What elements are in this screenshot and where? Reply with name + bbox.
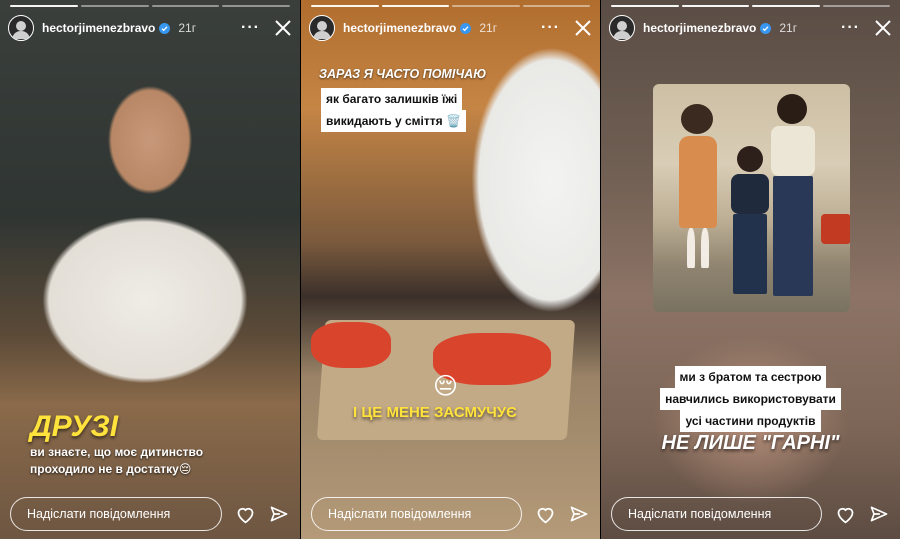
story-header: hectorjimenezbravo 21г ··· — [309, 12, 592, 44]
close-icon[interactable] — [274, 19, 292, 37]
message-input[interactable]: Надіслати повідомлення — [311, 497, 522, 531]
story-boxed-text: як багато залишків їжі викидають у смітт… — [321, 88, 466, 132]
heart-icon[interactable] — [234, 503, 256, 525]
message-input[interactable]: Надіслати повідомлення — [10, 497, 222, 531]
username[interactable]: hectorjimenezbravo — [42, 21, 155, 35]
send-icon[interactable] — [568, 503, 590, 525]
tomato-topping — [311, 322, 391, 368]
avatar[interactable] — [309, 15, 335, 41]
story-2[interactable]: hectorjimenezbravo 21г ··· ЗАРАЗ Я ЧАСТО… — [300, 0, 600, 539]
boxed-line: як багато залишків їжі — [321, 88, 463, 110]
avatar[interactable] — [609, 15, 635, 41]
story-title: ДРУЗІ — [30, 410, 119, 443]
verified-badge-icon — [159, 22, 171, 34]
heart-icon[interactable] — [534, 503, 556, 525]
more-icon[interactable]: ··· — [841, 19, 860, 37]
boxed-line: навчились використовувати — [660, 388, 841, 410]
story-bottom-text: НЕ ЛИШЕ "ГАРНІ" — [661, 432, 840, 454]
post-time: 21г — [178, 21, 197, 35]
story-bottom-text: І ЦЕ МЕНЕ ЗАСМУЧУЄ — [353, 404, 517, 421]
sad-emoji: 😔 — [433, 373, 459, 400]
more-icon[interactable]: ··· — [241, 19, 260, 37]
message-input[interactable]: Надіслати повідомлення — [611, 497, 822, 531]
story-progress — [311, 5, 590, 7]
story-footer: Надіслати повідомлення — [611, 497, 890, 531]
story-boxed-text: ми з братом та сестрою навчились викорис… — [601, 366, 900, 432]
story-text-line: проходило не в достатку😔 — [30, 462, 192, 476]
story-header: hectorjimenezbravo 21г ··· — [609, 12, 892, 44]
post-time: 21г — [779, 21, 798, 35]
boxed-line: ми з братом та сестрою — [674, 366, 827, 388]
story-3[interactable]: hectorjimenezbravo 21г ··· ми з братом т… — [600, 0, 900, 539]
story-progress — [10, 5, 290, 7]
story-heading: ЗАРАЗ Я ЧАСТО ПОМІЧАЮ — [319, 67, 487, 81]
story-text-line: ви знаєте, що моє дитинство — [30, 445, 204, 459]
send-icon[interactable] — [268, 503, 290, 525]
story-text: ви знаєте, що моє дитинство проходило не… — [30, 444, 240, 478]
stories-strip: hectorjimenezbravo 21г ··· ДРУЗІ ви знає… — [0, 0, 900, 539]
post-time: 21г — [479, 21, 498, 35]
childhood-photo — [653, 84, 850, 312]
story-header: hectorjimenezbravo 21г ··· — [8, 12, 292, 44]
username[interactable]: hectorjimenezbravo — [643, 21, 756, 35]
avatar[interactable] — [8, 15, 34, 41]
story-footer: Надіслати повідомлення — [10, 497, 290, 531]
send-icon[interactable] — [868, 503, 890, 525]
close-icon[interactable] — [874, 19, 892, 37]
username[interactable]: hectorjimenezbravo — [343, 21, 456, 35]
more-icon[interactable]: ··· — [541, 19, 560, 37]
verified-badge-icon — [760, 22, 772, 34]
story-progress — [611, 5, 890, 7]
boxed-line: викидають у сміття 🗑️ — [321, 110, 466, 132]
heart-icon[interactable] — [834, 503, 856, 525]
close-icon[interactable] — [574, 19, 592, 37]
verified-badge-icon — [460, 22, 472, 34]
story-footer: Надіслати повідомлення — [311, 497, 590, 531]
boxed-line: усі частини продуктів — [680, 410, 821, 432]
story-1[interactable]: hectorjimenezbravo 21г ··· ДРУЗІ ви знає… — [0, 0, 300, 539]
